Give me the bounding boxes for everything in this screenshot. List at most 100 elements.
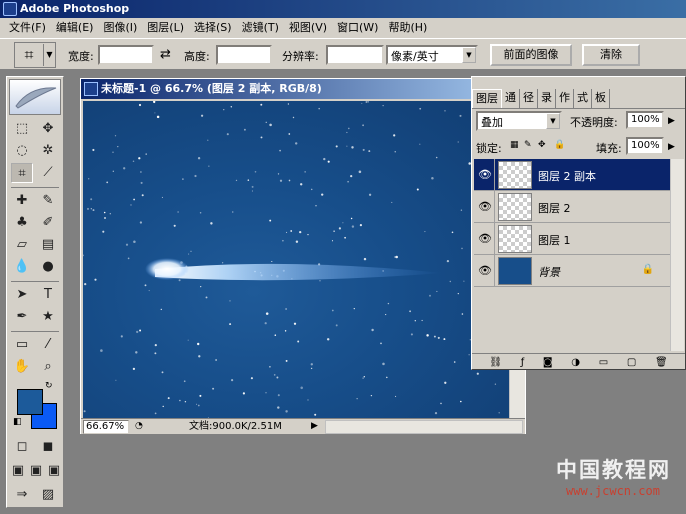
tab-paths[interactable]: 径	[520, 89, 538, 108]
menu-view[interactable]: 视图(V)	[284, 18, 332, 38]
brush-tool-icon[interactable]: ✎	[37, 191, 59, 211]
menu-layer[interactable]: 图层(L)	[142, 18, 189, 38]
healing-brush-tool-icon[interactable]: ✚	[11, 191, 33, 211]
eye-icon[interactable]: 👁	[477, 199, 493, 215]
lock-pixels-icon[interactable]: ✎	[524, 140, 532, 150]
menu-edit[interactable]: 编辑(E)	[51, 18, 99, 38]
width-input[interactable]	[98, 45, 154, 65]
swap-dimensions-icon[interactable]: ⇄	[160, 47, 171, 62]
lock-transparency-icon[interactable]: ▦	[510, 140, 519, 150]
toolbox-header-feather-logo[interactable]	[9, 79, 61, 115]
zoom-tool-icon[interactable]: ⌕	[37, 357, 59, 377]
status-arrow-icon[interactable]: ▶	[311, 421, 318, 431]
star	[331, 309, 334, 312]
height-input[interactable]	[216, 45, 272, 65]
menu-image[interactable]: 图像(I)	[98, 18, 142, 38]
eye-icon[interactable]: 👁	[477, 167, 493, 183]
chevron-right-icon[interactable]: ▶	[668, 116, 675, 126]
path-selection-tool-icon[interactable]: ➤	[11, 285, 33, 305]
document-horizontal-scrollbar[interactable]	[325, 420, 523, 434]
clear-button[interactable]: 清除	[582, 44, 640, 66]
history-brush-tool-icon[interactable]: ✐	[37, 213, 59, 233]
clone-stamp-tool-icon[interactable]: ♣	[11, 213, 33, 233]
layer-style-icon[interactable]: ƒ	[521, 357, 525, 368]
crop-tool-icon[interactable]: ⌗	[11, 163, 33, 183]
type-tool-icon[interactable]: T	[37, 285, 59, 305]
jump-to-imageready-icon[interactable]: ⇒	[11, 485, 33, 505]
tool-preset-picker[interactable]: ⌗ ▼	[14, 42, 56, 68]
tab-layers[interactable]: 图层	[472, 89, 502, 108]
photoshop-logo-icon	[3, 2, 17, 16]
eraser-tool-icon[interactable]: ▱	[11, 235, 33, 255]
front-image-button[interactable]: 前面的图像	[490, 44, 572, 66]
lock-position-icon[interactable]: ✥	[538, 140, 546, 150]
gradient-tool-icon[interactable]: ▤	[37, 235, 59, 255]
trash-icon[interactable]: 🗑	[655, 357, 668, 368]
layer-row[interactable]: 👁 图层 1	[474, 223, 670, 255]
layer-row[interactable]: 👁 背景 🔒	[474, 255, 670, 287]
layer-row[interactable]: 👁 图层 2	[474, 191, 670, 223]
menu-help[interactable]: 帮助(H)	[383, 18, 432, 38]
star	[88, 178, 90, 180]
foreground-color-swatch[interactable]	[17, 389, 43, 415]
lasso-tool-icon[interactable]: ◌	[11, 141, 33, 161]
palette-header[interactable]	[472, 77, 685, 89]
new-group-icon[interactable]: ▭	[599, 357, 608, 368]
menu-select[interactable]: 选择(S)	[189, 18, 237, 38]
menu-bar: 文件(F) 编辑(E) 图像(I) 图层(L) 选择(S) 滤镜(T) 视图(V…	[0, 18, 686, 38]
default-colors-icon[interactable]: ◧	[13, 417, 22, 427]
resolution-input[interactable]	[326, 45, 384, 65]
imageready-icon[interactable]: ▨	[37, 485, 59, 505]
star	[434, 411, 438, 415]
menu-window[interactable]: 窗口(W)	[332, 18, 383, 38]
opacity-input[interactable]: 100%	[626, 111, 664, 129]
quick-mask-mode-icon[interactable]: ◼	[37, 437, 59, 457]
star	[109, 213, 111, 215]
standard-mode-icon[interactable]: ◻	[11, 437, 33, 457]
magic-wand-tool-icon[interactable]: ✲	[37, 141, 59, 161]
screen-mode-menu-icon[interactable]: ▣	[27, 461, 45, 481]
new-layer-icon[interactable]: ▢	[627, 357, 636, 368]
fill-input[interactable]: 100%	[626, 137, 664, 155]
blur-tool-icon[interactable]: 💧	[11, 257, 33, 277]
move-tool-icon[interactable]: ✥	[37, 119, 59, 139]
lock-label: 锁定:	[476, 142, 502, 155]
tab-history[interactable]: 录	[538, 89, 556, 108]
menu-file[interactable]: 文件(F)	[4, 18, 51, 38]
document-title-bar[interactable]: 未标题-1 @ 66.7% (图层 2 副本, RGB/8)	[81, 79, 525, 99]
tab-channels[interactable]: 通	[502, 89, 520, 108]
screen-mode-standard-icon[interactable]: ▣	[9, 461, 27, 481]
zoom-level-field[interactable]: 66.67%	[83, 420, 129, 434]
swap-colors-icon[interactable]: ↻	[45, 381, 53, 391]
link-icon[interactable]: ⛓	[489, 357, 502, 368]
slice-tool-icon[interactable]: ⟋	[37, 163, 59, 183]
layer-row[interactable]: 👁 图层 2 副本	[474, 159, 670, 191]
star	[382, 105, 384, 107]
hand-tool-icon[interactable]: ✋	[11, 357, 33, 377]
resolution-unit-select[interactable]: 像素/英寸 ▼	[386, 45, 478, 65]
eye-icon[interactable]: 👁	[477, 263, 493, 279]
dodge-tool-icon[interactable]: ●	[37, 257, 59, 277]
eyedropper-tool-icon[interactable]: ⁄	[37, 335, 59, 355]
layers-scrollbar[interactable]	[670, 159, 684, 351]
tab-swatches[interactable]: 板	[592, 89, 610, 108]
chevron-right-icon[interactable]: ▶	[668, 142, 675, 152]
star	[141, 194, 144, 197]
menu-filter[interactable]: 滤镜(T)	[237, 18, 284, 38]
document-window: 未标题-1 @ 66.7% (图层 2 副本, RGB/8) 66.67% ◔ …	[80, 78, 526, 434]
marquee-tool-icon[interactable]: ⬚	[11, 119, 33, 139]
status-menu-icon[interactable]: ◔	[135, 421, 143, 431]
blend-mode-select[interactable]: 叠加 ▼	[476, 111, 562, 131]
image-canvas[interactable]	[83, 101, 509, 418]
adjustment-layer-icon[interactable]: ◑	[571, 357, 580, 368]
layer-mask-icon[interactable]: ◙	[543, 357, 553, 368]
tab-styles[interactable]: 式	[574, 89, 592, 108]
notes-tool-icon[interactable]: ▭	[11, 335, 33, 355]
screen-mode-full-icon[interactable]: ▣	[45, 461, 63, 481]
pen-tool-icon[interactable]: ✒	[11, 307, 33, 327]
star	[459, 114, 462, 117]
eye-icon[interactable]: 👁	[477, 231, 493, 247]
shape-tool-icon[interactable]: ★	[37, 307, 59, 327]
lock-all-icon[interactable]: 🔒	[554, 140, 565, 150]
tab-actions[interactable]: 作	[556, 89, 574, 108]
